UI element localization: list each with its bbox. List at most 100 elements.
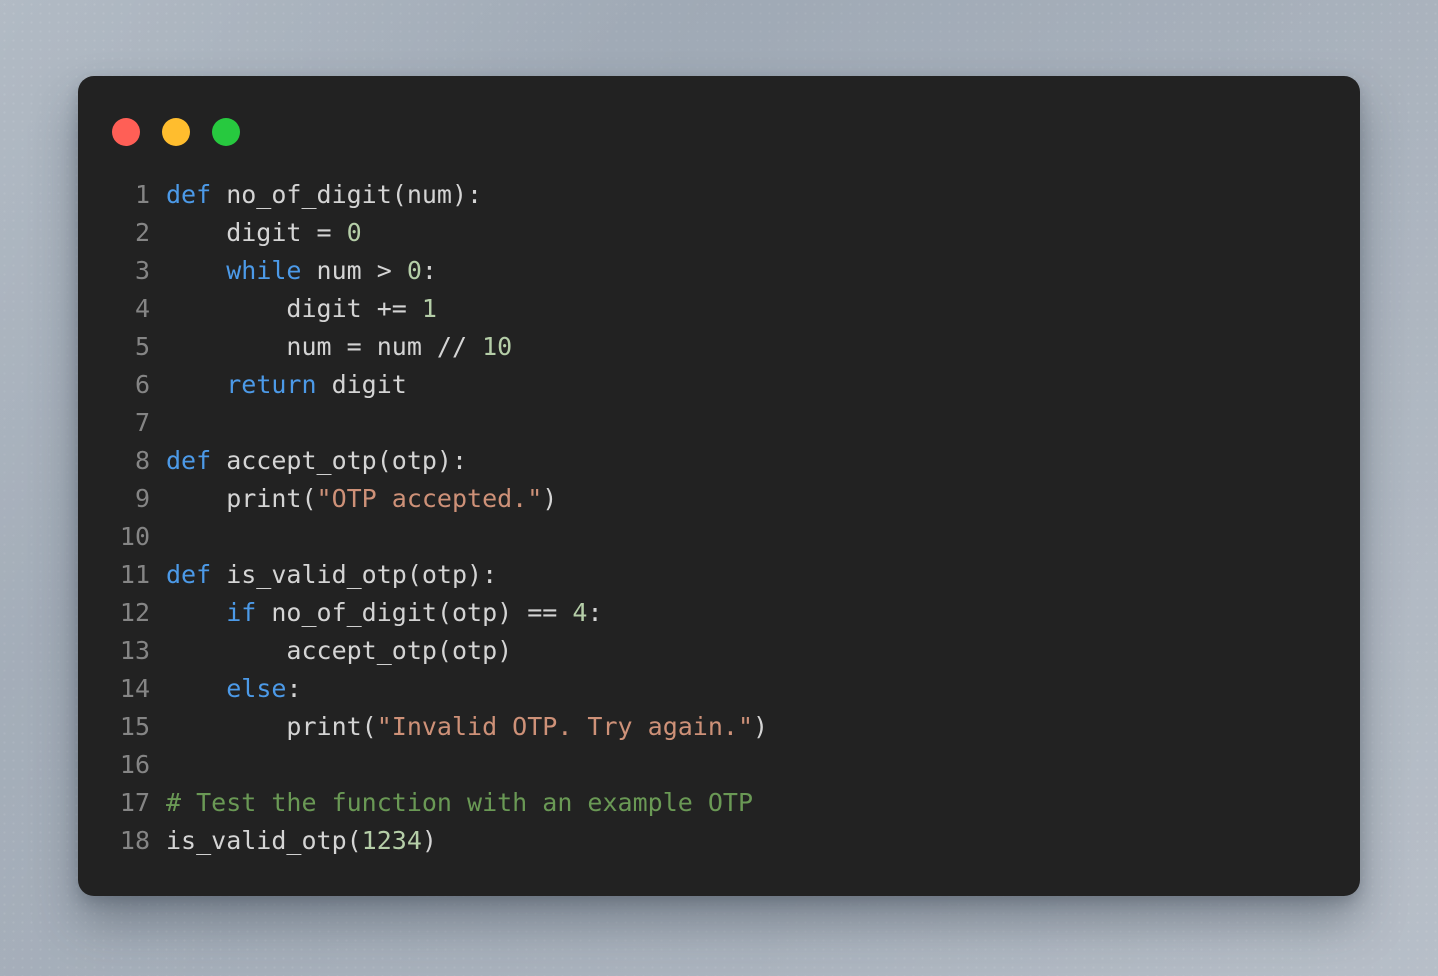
plain-token: print( (166, 712, 377, 741)
number-token: 4 (572, 598, 588, 627)
line-content: else: (166, 670, 1360, 708)
line-content: accept_otp(otp) (166, 632, 1360, 670)
line-content: if no_of_digit(otp) == 4: (166, 594, 1360, 632)
line-content: is_valid_otp(1234) (166, 822, 1360, 860)
close-button[interactable] (112, 118, 140, 146)
desktop-background: 1 def no_of_digit(num): 2 digit = 03 while… (0, 0, 1438, 976)
code-line[interactable]: 8 def accept_otp(otp): (78, 442, 1360, 480)
code-line[interactable]: 17 # Test the function with an example OT… (78, 784, 1360, 822)
plain-token: ) (753, 712, 769, 741)
plain-token: digit += (166, 294, 422, 323)
line-number: 13 (119, 636, 150, 665)
code-line[interactable]: 4 digit += 1 (78, 290, 1360, 328)
line-number: 12 (119, 598, 150, 627)
line-number: 4 (134, 294, 150, 323)
number-token: 0 (346, 218, 362, 247)
number-token: 1 (421, 294, 437, 323)
code-line[interactable]: 13 accept_otp(otp) (78, 632, 1360, 670)
code-line[interactable]: 12 if no_of_digit(otp) == 4: (78, 594, 1360, 632)
keyword-token: if (226, 598, 257, 627)
keyword-token: while (226, 256, 302, 285)
number-token: 1234 (361, 826, 422, 855)
number-token: 0 (406, 256, 422, 285)
code-line[interactable]: 14 else: (78, 670, 1360, 708)
code-line[interactable]: 1 def no_of_digit(num): (78, 176, 1360, 214)
plain-token: : (587, 598, 603, 627)
string-token: "Invalid OTP. Try again." (376, 712, 754, 741)
line-content: print("OTP accepted.") (166, 480, 1360, 518)
plain-token: ) (421, 826, 437, 855)
plain-token: is_valid_otp( (166, 826, 362, 855)
line-content: ​ (166, 404, 1360, 442)
plain-token: accept_otp(otp): (211, 446, 468, 475)
plain-token: no_of_digit(num): (211, 180, 483, 209)
line-number: 17 (119, 788, 150, 817)
code-line[interactable]: 18 is_valid_otp(1234) (78, 822, 1360, 860)
line-number: 7 (134, 408, 150, 437)
plain-token: num > (301, 256, 407, 285)
minimize-button[interactable] (162, 118, 190, 146)
window-titlebar (112, 118, 240, 146)
line-number: 6 (134, 370, 150, 399)
plain-token: digit (316, 370, 407, 399)
line-content: def no_of_digit(num): (166, 176, 1360, 214)
code-line[interactable]: 3 while num > 0: (78, 252, 1360, 290)
number-token: 10 (482, 332, 513, 361)
plain-token: no_of_digit(otp) == (256, 598, 573, 627)
line-content: def accept_otp(otp): (166, 442, 1360, 480)
line-content: ​ (166, 518, 1360, 556)
line-number: 3 (134, 256, 150, 285)
plain-token: num = num // (166, 332, 483, 361)
line-number: 16 (119, 750, 150, 779)
line-number: 9 (134, 484, 150, 513)
line-number: 5 (134, 332, 150, 361)
code-snippet-card: 1 def no_of_digit(num): 2 digit = 03 while… (78, 76, 1360, 896)
code-line[interactable]: 16 ​ (78, 746, 1360, 784)
line-number: 14 (119, 674, 150, 703)
line-content: while num > 0: (166, 252, 1360, 290)
line-content: num = num // 10 (166, 328, 1360, 366)
comment-token: # Test the function with an example OTP (166, 788, 753, 817)
keyword-token: else (226, 674, 287, 703)
code-line[interactable]: 2 digit = 0 (78, 214, 1360, 252)
code-line[interactable]: 15 print("Invalid OTP. Try again.") (78, 708, 1360, 746)
keyword-token: def (166, 560, 212, 589)
keyword-token: return (226, 370, 317, 399)
code-line[interactable]: 7​ (78, 404, 1360, 442)
line-content: def is_valid_otp(otp): (166, 556, 1360, 594)
line-content: digit += 1 (166, 290, 1360, 328)
keyword-token: def (166, 180, 212, 209)
keyword-token: def (166, 446, 212, 475)
code-line[interactable]: 10 ​ (78, 518, 1360, 556)
plain-token: : (421, 256, 437, 285)
code-line[interactable]: 9 print("OTP accepted.") (78, 480, 1360, 518)
plain-token: is_valid_otp(otp): (211, 560, 498, 589)
plain-token: : (286, 674, 302, 703)
line-number: 10 (119, 522, 150, 551)
line-number: 11 (119, 560, 150, 589)
line-content: print("Invalid OTP. Try again.") (166, 708, 1360, 746)
line-content: return digit (166, 366, 1360, 404)
line-number: 8 (134, 446, 150, 475)
line-content: # Test the function with an example OTP (166, 784, 1360, 822)
maximize-button[interactable] (212, 118, 240, 146)
line-content: ​ (166, 746, 1360, 784)
plain-token: accept_otp(otp) (166, 636, 513, 665)
line-content: digit = 0 (166, 214, 1360, 252)
code-editor[interactable]: 1 def no_of_digit(num): 2 digit = 03 while… (78, 176, 1360, 860)
line-number: 1 (134, 180, 150, 209)
line-number: 2 (134, 218, 150, 247)
string-token: "OTP accepted." (316, 484, 543, 513)
line-number: 15 (119, 712, 150, 741)
plain-token: print( (166, 484, 317, 513)
plain-token: ) (542, 484, 558, 513)
line-number: 18 (119, 826, 150, 855)
code-line[interactable]: 11 def is_valid_otp(otp): (78, 556, 1360, 594)
plain-token: digit = (166, 218, 347, 247)
code-line[interactable]: 6 return digit (78, 366, 1360, 404)
code-line[interactable]: 5 num = num // 10 (78, 328, 1360, 366)
